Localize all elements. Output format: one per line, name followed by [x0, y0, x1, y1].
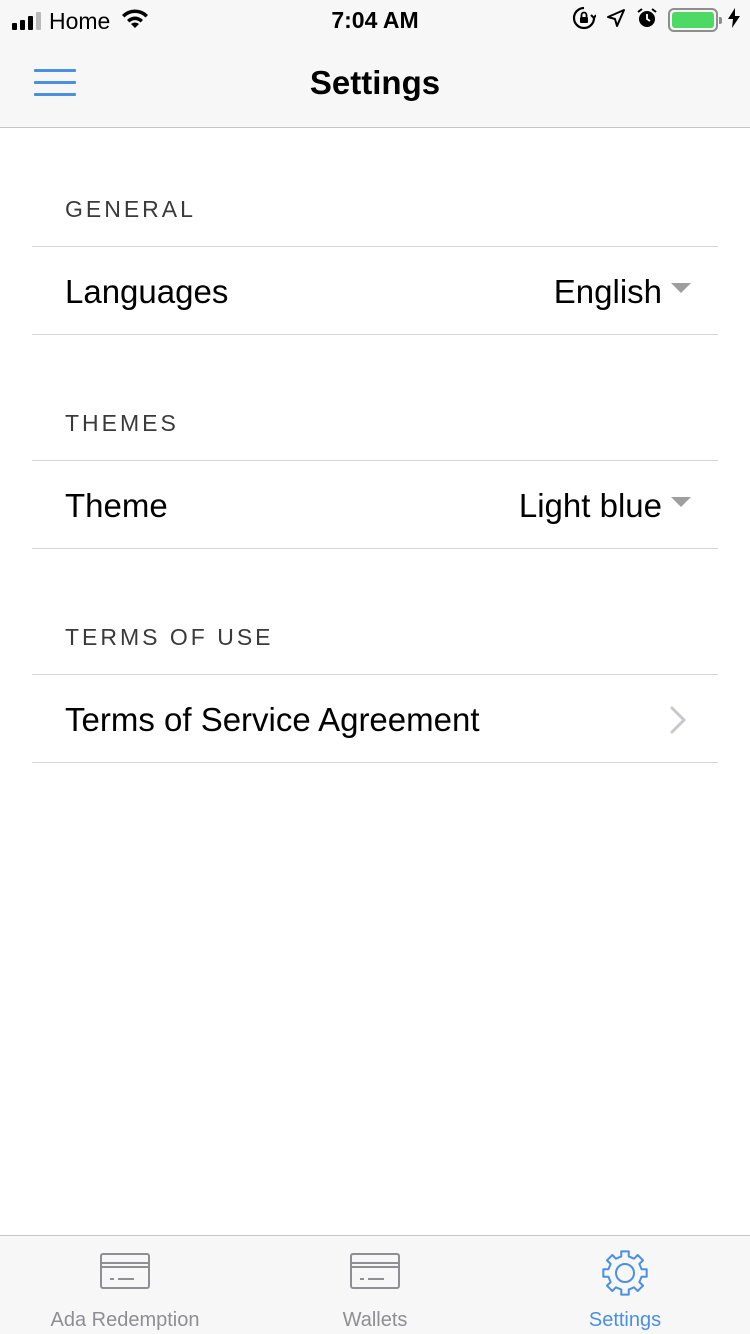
page-title: Settings	[309, 64, 441, 101]
tab-label: Ada Redemption	[50, 1309, 200, 1331]
languages-value[interactable]: English	[554, 273, 662, 311]
tab-wallets[interactable]: Wallets	[250, 1236, 500, 1334]
tab-label: Wallets	[342, 1309, 408, 1331]
card-icon	[0, 1253, 250, 1289]
caret-down-icon[interactable]	[671, 283, 691, 293]
orientation-lock-icon	[572, 6, 597, 35]
section-header-terms: TERMS OF USE	[65, 624, 274, 650]
tab-bar: Ada Redemption Wallets Settings	[0, 1235, 750, 1334]
tab-label: Settings	[588, 1309, 662, 1331]
location-arrow-icon	[606, 8, 626, 33]
tab-settings[interactable]: Settings	[500, 1236, 750, 1334]
tab-ada-redemption[interactable]: Ada Redemption	[0, 1236, 250, 1334]
section-header-themes: THEMES	[65, 410, 179, 436]
status-bar: Home 7:04 AM	[0, 0, 750, 40]
navigation-bar: Settings	[0, 40, 750, 128]
battery-fill	[672, 12, 714, 28]
languages-label: Languages	[65, 273, 229, 310]
battery-icon	[668, 8, 722, 32]
languages-row[interactable]: Languages English	[32, 246, 718, 335]
charging-bolt-icon	[728, 7, 740, 33]
theme-row[interactable]: Theme Light blue	[32, 460, 718, 549]
card-icon	[250, 1253, 500, 1289]
gear-icon	[500, 1249, 750, 1297]
chevron-right-icon[interactable]	[670, 706, 686, 739]
terms-of-service-row[interactable]: Terms of Service Agreement	[32, 674, 718, 763]
status-right	[572, 6, 740, 35]
alarm-icon	[636, 7, 658, 34]
terms-of-service-label: Terms of Service Agreement	[65, 701, 480, 738]
caret-down-icon[interactable]	[671, 497, 691, 507]
theme-label: Theme	[65, 487, 168, 524]
theme-value[interactable]: Light blue	[519, 487, 662, 525]
section-header-general: GENERAL	[65, 196, 196, 222]
